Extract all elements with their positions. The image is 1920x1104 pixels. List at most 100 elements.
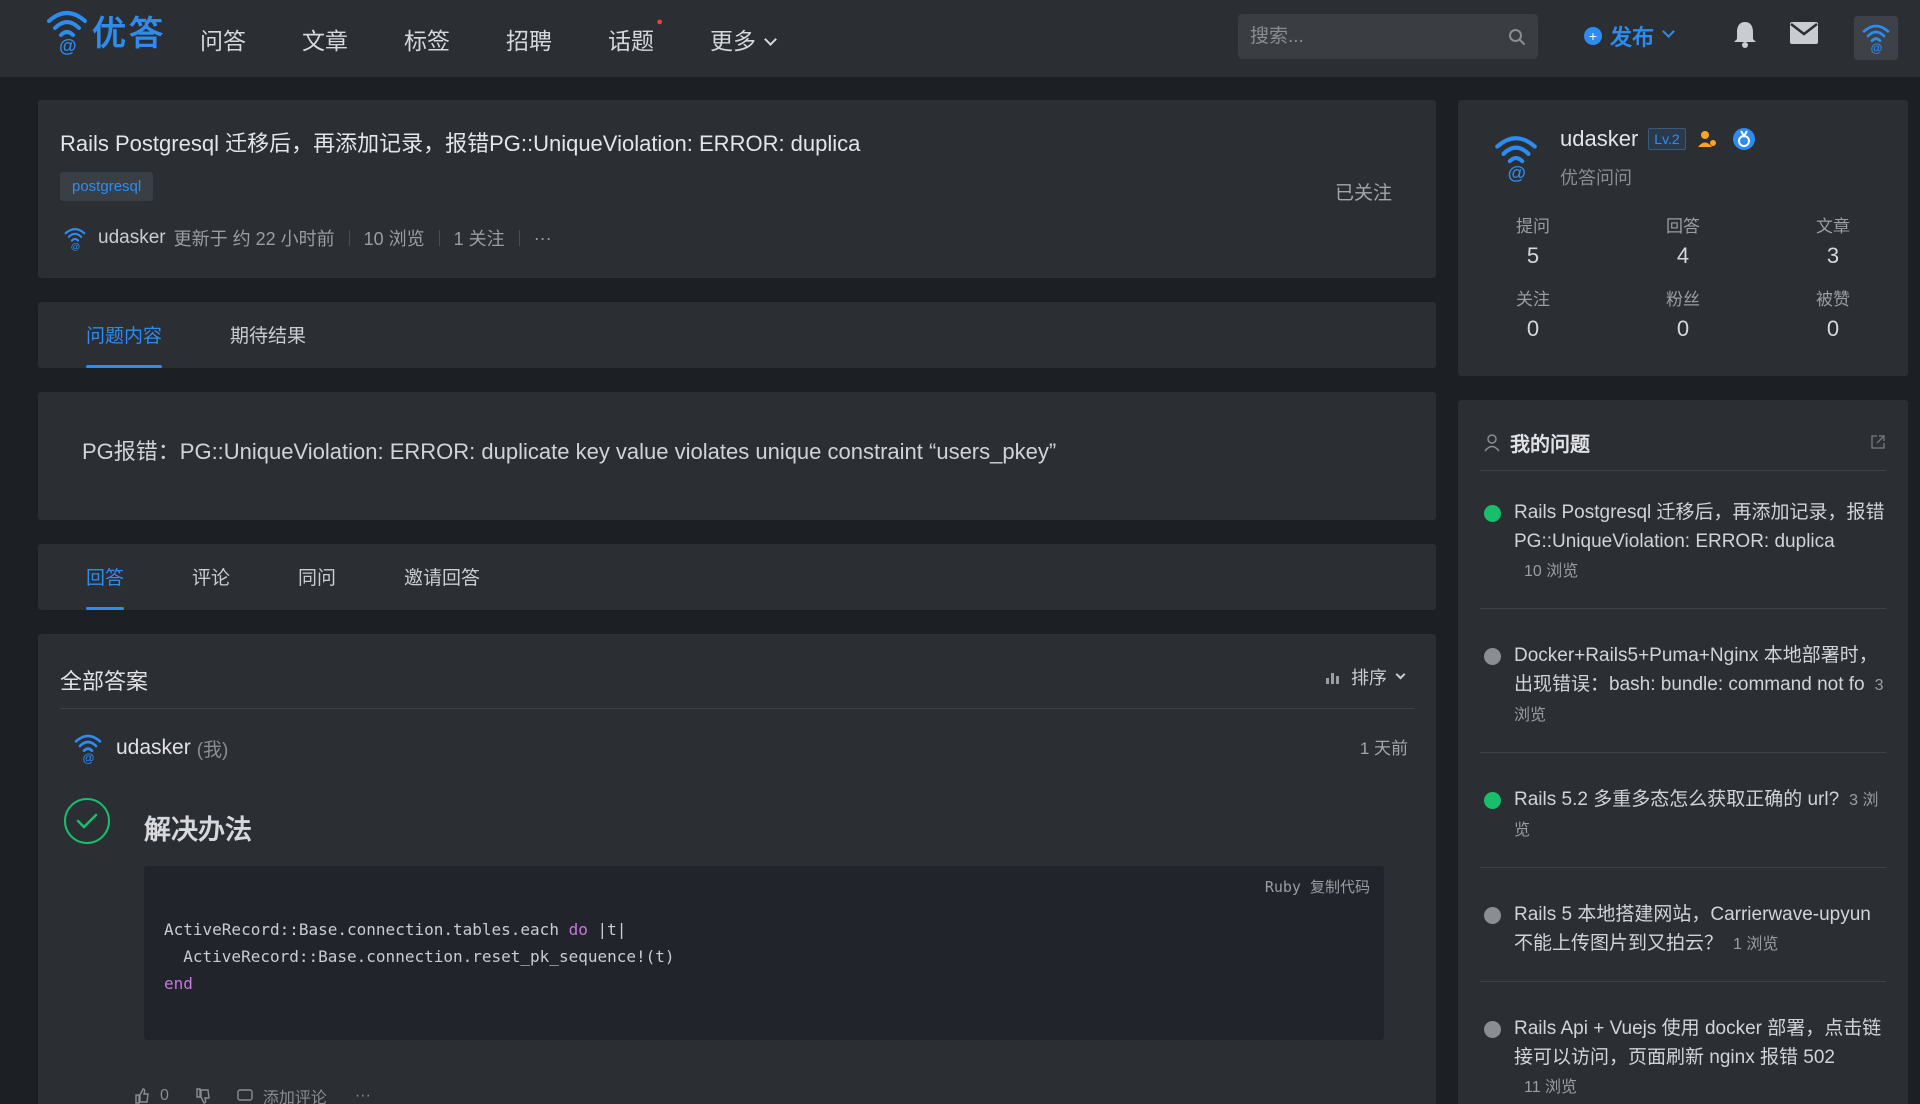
question-link[interactable]: Rails 5 本地搭建网站，Carrierwave-upyun 不能上传图片到… (1514, 904, 1871, 954)
updated-time: 更新于 约 22 小时前 (173, 229, 335, 249)
user-avatar[interactable]: @ (1854, 16, 1898, 60)
list-item[interactable]: Docker+Rails5+Puma+Nginx 本地部署时，出现错误：bash… (1480, 631, 1886, 753)
author-avatar-icon[interactable]: @ (64, 226, 86, 251)
answer-more-button[interactable]: ··· (355, 1087, 371, 1104)
copy-code-button[interactable]: Ruby 复制代码 (1265, 876, 1370, 897)
level-badge: Lv.2 (1648, 128, 1686, 150)
answer-author[interactable]: @ udasker (我) (74, 732, 228, 764)
question-link[interactable]: Rails Postgresql 迁移后，再添加记录，报错PG::UniqueV… (1514, 502, 1885, 552)
list-item[interactable]: Rails Api + Vuejs 使用 docker 部署，点击链接可以访问，… (1480, 1004, 1886, 1104)
mail-icon[interactable] (1790, 22, 1818, 44)
stat-value: 5 (1526, 243, 1540, 268)
stat-value: 0 (1676, 316, 1690, 341)
tab-comments[interactable]: 评论 (192, 563, 230, 610)
list-item[interactable]: Rails 5.2 多重多态怎么获取正确的 url? 3 浏览 (1480, 775, 1886, 868)
code-keyword: do (568, 920, 588, 939)
nav-item-topics[interactable]: 话题 ● (608, 16, 663, 56)
question-link[interactable]: Rails 5.2 多重多态怎么获取正确的 url? (1514, 789, 1839, 810)
code-block: Ruby 复制代码 ActiveRecord::Base.connection.… (144, 866, 1384, 1040)
wifi-at-logo-icon: @ (47, 10, 87, 55)
nav-item-qa[interactable]: 问答 (200, 22, 246, 56)
stat-following[interactable]: 关注 0 (1458, 285, 1608, 342)
comment-icon[interactable] (237, 1088, 253, 1104)
answers-header: 全部答案 (60, 669, 149, 694)
question-header-card: Rails Postgresql 迁移后，再添加记录，报错PG::UniqueV… (38, 100, 1436, 278)
sort-dropdown[interactable]: 排序 (1325, 664, 1406, 690)
meta-divider (518, 230, 520, 246)
list-item[interactable]: Rails 5 本地搭建网站，Carrierwave-upyun 不能上传图片到… (1480, 890, 1886, 982)
bar-chart-icon (1326, 673, 1339, 684)
profile-name-row: udasker Lv.2 (1560, 126, 1756, 152)
profile-name[interactable]: udasker (1560, 126, 1638, 152)
stat-value: 4 (1676, 243, 1690, 268)
profile-subtitle: 优答问问 (1560, 168, 1632, 188)
stat-likes[interactable]: 被赞 0 (1758, 285, 1908, 342)
profile-avatar-icon[interactable]: @ (1494, 132, 1538, 182)
tag-postgresql[interactable]: postgresql (60, 172, 154, 201)
code-line-2: ActiveRecord::Base.connection.reset_pk_s… (164, 947, 675, 966)
code-line-1: ActiveRecord::Base.connection.tables.eac… (164, 920, 626, 939)
answer-time: 1 天前 (1359, 739, 1408, 758)
follow-count: 1 关注 (453, 229, 505, 249)
search-input[interactable] (1250, 25, 1508, 48)
tab-expected-result[interactable]: 期待结果 (230, 321, 306, 368)
svg-text:@: @ (1871, 41, 1883, 54)
stat-value: 0 (1826, 316, 1840, 341)
tab-answers[interactable]: 回答 (86, 563, 125, 610)
info-circle-icon (1484, 1021, 1501, 1038)
hot-flame-icon: ● (656, 15, 663, 28)
stat-followers[interactable]: 粉丝 0 (1608, 285, 1758, 342)
stat-questions[interactable]: 提问 5 (1458, 212, 1608, 269)
content-tabs-card: 问题内容 期待结果 (38, 302, 1436, 368)
list-item[interactable]: Rails Postgresql 迁移后，再添加记录，报错PG::UniqueV… (1480, 488, 1886, 609)
stat-value: 0 (1526, 316, 1540, 341)
answer-author-name: udasker (116, 736, 191, 759)
answer-avatar-icon: @ (74, 734, 102, 764)
my-questions-card: 我的问题 Rails Postgresql 迁移后，再添加记录，报错PG::Un… (1458, 400, 1908, 1104)
thumbs-up-icon[interactable] (134, 1088, 150, 1104)
meta-divider (438, 230, 440, 246)
tab-same-question[interactable]: 同问 (298, 563, 336, 610)
code-content: ActiveRecord::Base.connection.tables.eac… (164, 916, 675, 997)
stat-articles[interactable]: 文章 3 (1758, 212, 1908, 269)
add-comment-button[interactable]: 添加评论 (263, 1084, 327, 1104)
answer-actions: 0 添加评论 ··· (134, 1084, 371, 1104)
main-nav: 问答 文章 标签 招聘 话题 ● 更多 (200, 0, 831, 77)
stat-answers[interactable]: 回答 4 (1608, 212, 1758, 269)
bell-icon[interactable] (1733, 20, 1757, 48)
nav-item-more[interactable]: 更多 (710, 22, 777, 56)
question-link[interactable]: Docker+Rails5+Puma+Nginx 本地部署时，出现错误：bash… (1514, 645, 1878, 695)
svg-text:@: @ (1508, 162, 1526, 182)
my-questions-title: 我的问题 (1510, 434, 1590, 456)
author-name[interactable]: udasker (98, 227, 166, 249)
question-link[interactable]: Rails Api + Vuejs 使用 docker 部署，点击链接可以访问，… (1514, 1018, 1881, 1068)
my-questions-header: 我的问题 (1484, 428, 1590, 457)
nav-item-articles[interactable]: 文章 (302, 22, 348, 56)
code-text: ActiveRecord::Base.connection.tables.eac… (164, 920, 569, 939)
thumbs-down-icon[interactable] (195, 1088, 211, 1104)
publish-button[interactable]: + 发布 (1584, 20, 1675, 52)
code-text: |t| (587, 920, 627, 939)
more-options-button[interactable]: ··· (534, 228, 552, 249)
external-link-icon[interactable] (1870, 434, 1886, 450)
answer-title: 解决办法 (144, 815, 252, 845)
publish-label: 发布 (1610, 25, 1655, 50)
question-body: PG报错：PG::UniqueViolation: ERROR: duplica… (82, 439, 1057, 464)
brand-name: 优答 (92, 15, 166, 53)
answer-tabs-card: 回答 评论 同问 邀请回答 (38, 544, 1436, 610)
follow-button[interactable]: 已关注 (1335, 178, 1392, 205)
stat-label: 关注 (1516, 290, 1550, 309)
tab-question-content[interactable]: 问题内容 (86, 321, 163, 368)
tab-invite-answer[interactable]: 邀请回答 (404, 563, 480, 610)
nav-item-tags[interactable]: 标签 (404, 22, 450, 56)
stat-value: 3 (1826, 243, 1840, 268)
question-content-card: PG报错：PG::UniqueViolation: ERROR: duplica… (38, 392, 1436, 520)
meta-divider (348, 230, 350, 246)
svg-text:@: @ (59, 36, 77, 55)
view-count: 10 浏览 (363, 229, 425, 249)
answer-tabs: 回答 评论 同问 邀请回答 (38, 544, 1436, 610)
nav-item-jobs[interactable]: 招聘 (506, 22, 552, 56)
nav-item-topics-label: 话题 (608, 27, 654, 54)
search-icon[interactable] (1508, 28, 1526, 46)
brand-logo[interactable]: @ 优答 (46, 6, 166, 55)
